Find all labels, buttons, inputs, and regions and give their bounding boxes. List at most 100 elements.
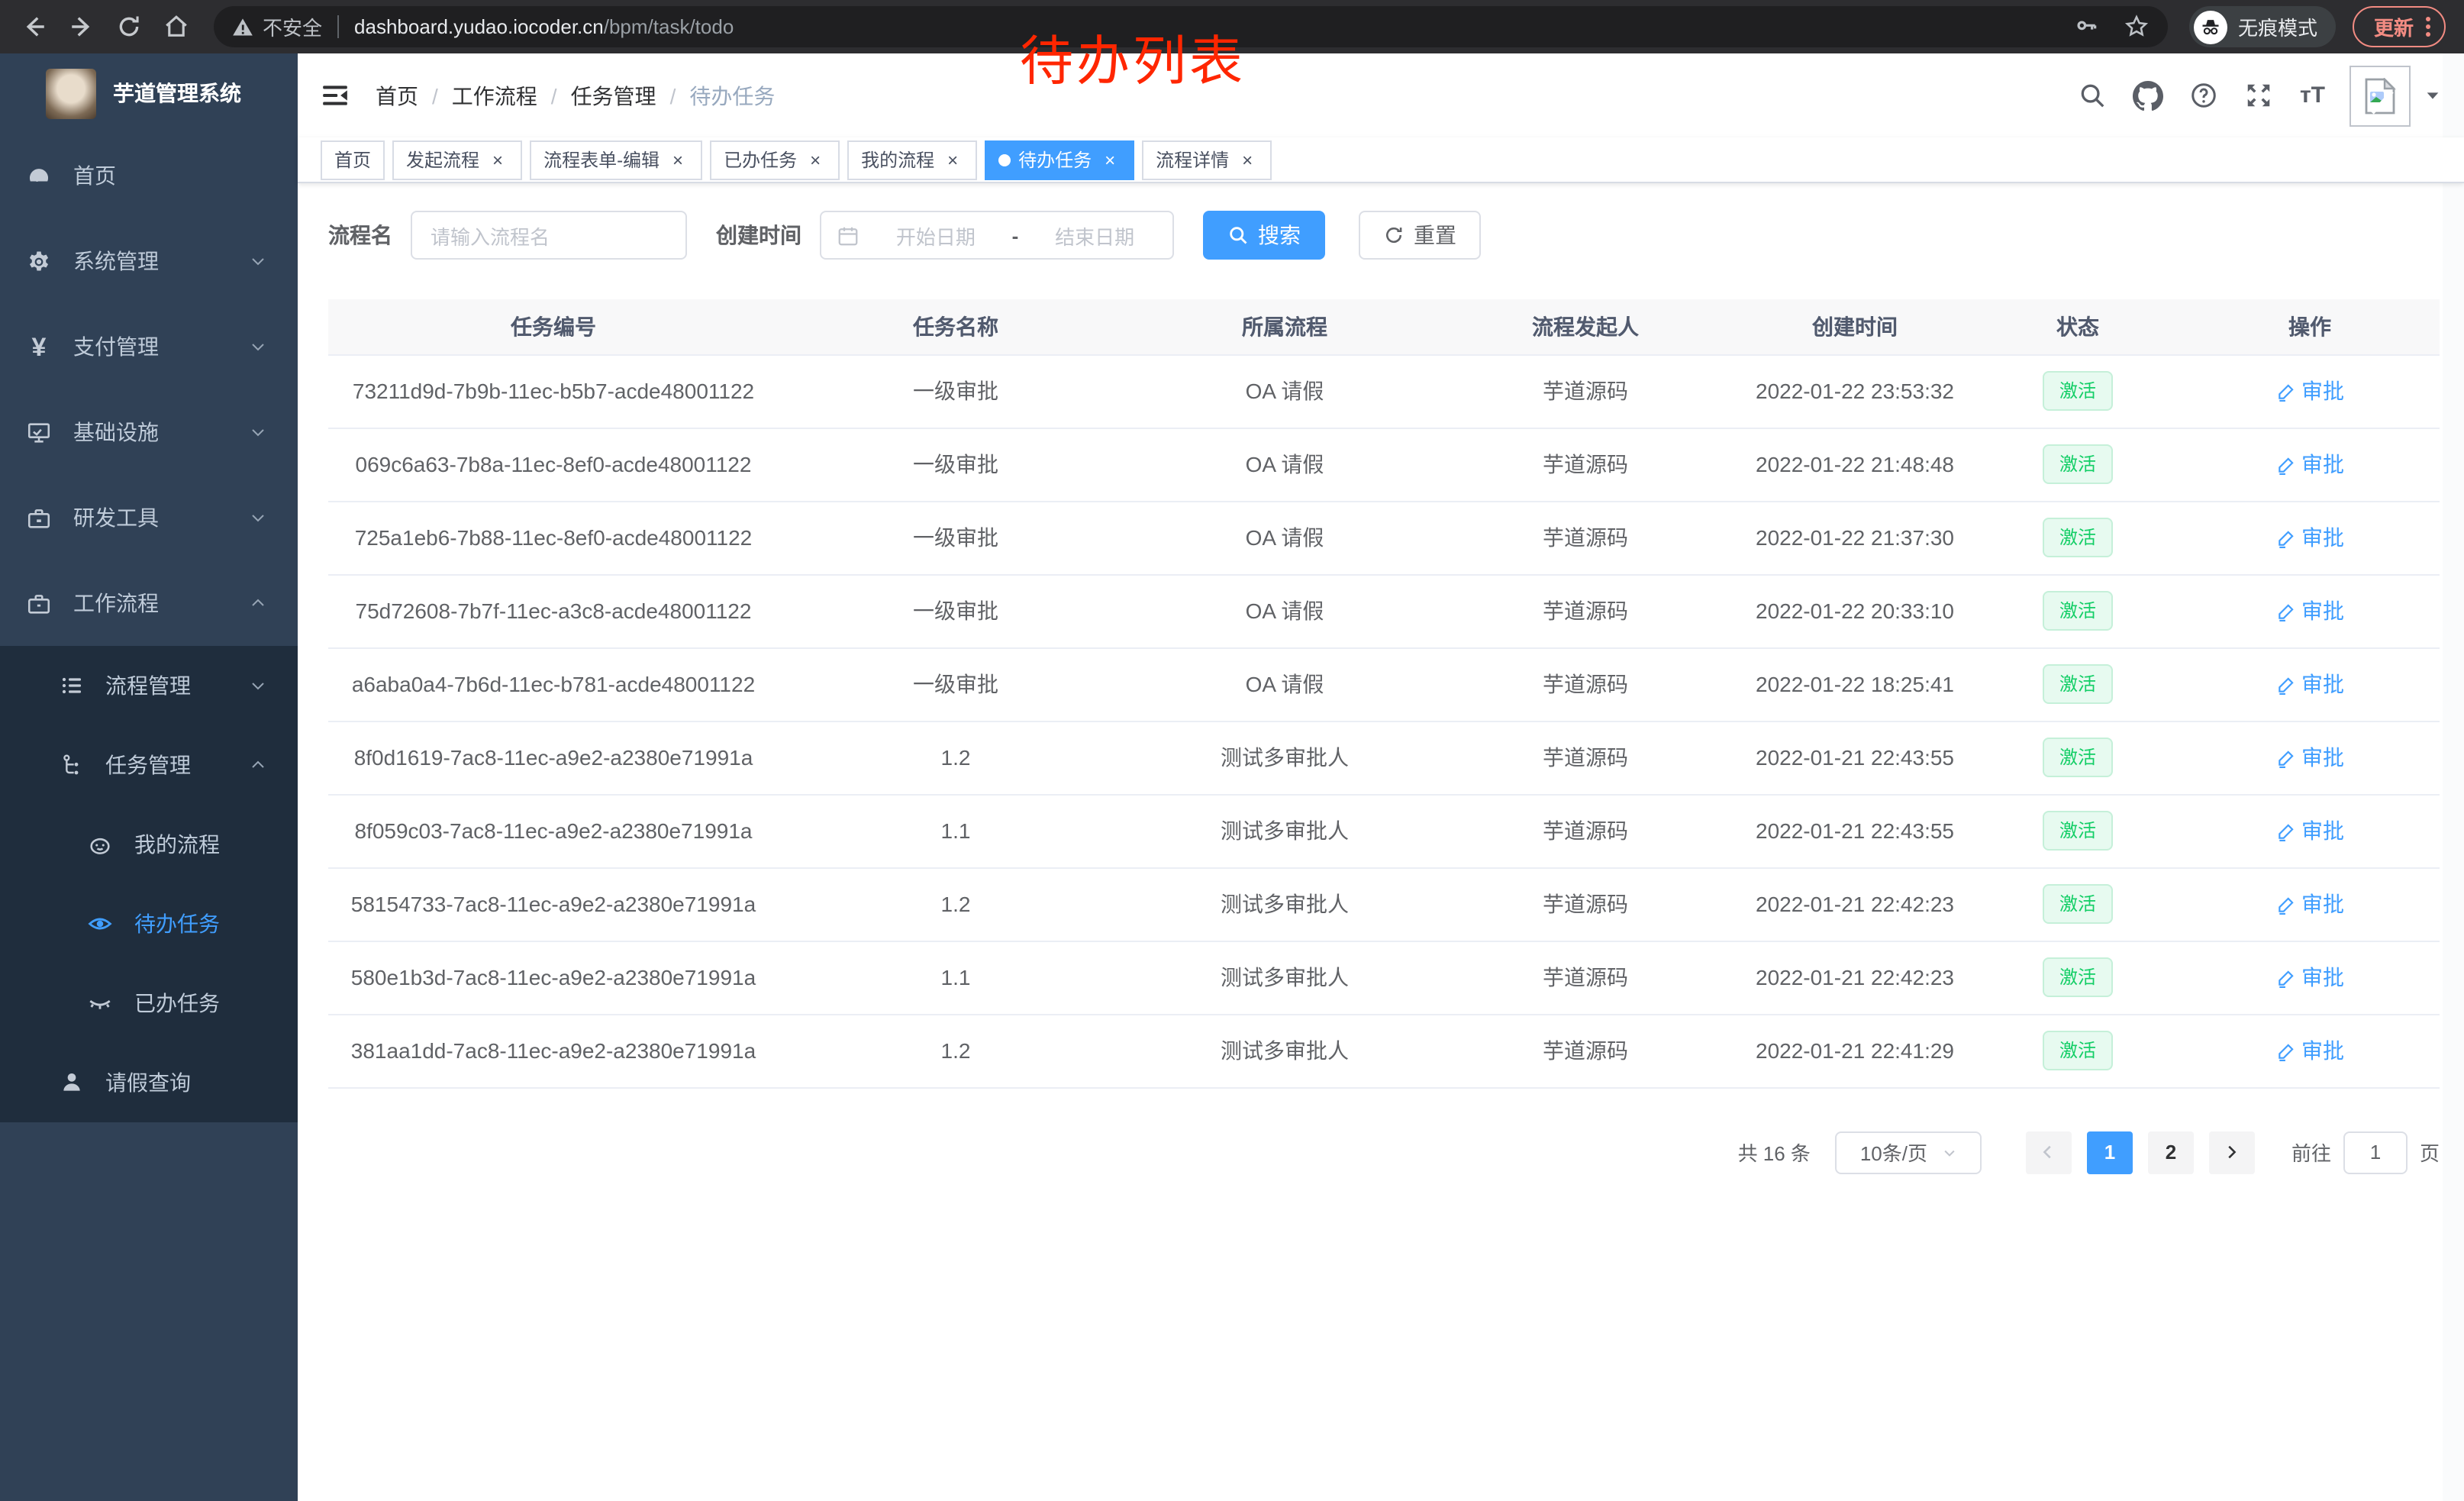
sidebar-item-devtools[interactable]: 研发工具 [0,475,298,560]
tab-todo-tasks[interactable]: 待办任务× [985,140,1134,179]
task-id-cell: 58154733-7ac8-11ec-a9e2-a2380e71991a [328,867,779,941]
avatar[interactable] [2350,65,2411,126]
tab-my-process[interactable]: 我的流程× [847,140,977,179]
sidebar-item-task-mgmt[interactable]: 任务管理 [0,725,298,805]
create-time-cell: 2022-01-22 21:37:30 [1734,501,1975,574]
search-icon[interactable] [2079,81,2108,110]
task-id-cell: 8f059c03-7ac8-11ec-a9e2-a2380e71991a [328,794,779,867]
approve-link[interactable]: 审批 [2275,522,2344,553]
create-time-cell: 2022-01-21 22:42:23 [1734,867,1975,941]
font-size-icon[interactable]: ᴛT [2300,82,2325,108]
close-icon[interactable]: × [667,149,689,170]
sidebar-item-done-tasks[interactable]: 已办任务 [0,964,298,1043]
reset-button[interactable]: 重置 [1359,211,1481,260]
calendar-icon [837,224,859,247]
status-badge: 激活 [2043,884,2113,924]
col-create-time: 创建时间 [1734,299,1975,354]
range-separator: - [1012,224,1019,247]
sidebar-item-todo-tasks[interactable]: 待办任务 [0,884,298,964]
goto-page-input[interactable]: 1 [2343,1131,2408,1173]
task-id-cell: 8f0d1619-7ac8-11ec-a9e2-a2380e71991a [328,721,779,794]
breadcrumb-home[interactable]: 首页 [376,80,418,111]
search-button[interactable]: 搜索 [1203,211,1325,260]
caret-down-icon[interactable] [2424,87,2441,104]
close-icon[interactable]: × [1099,149,1121,170]
breadcrumb-task-mgmt[interactable]: 任务管理 [571,80,656,111]
sidebar-item-label: 我的流程 [134,829,220,860]
breadcrumb-workflow[interactable]: 工作流程 [452,80,537,111]
approve-link[interactable]: 审批 [2275,376,2344,406]
task-id-cell: 069c6a63-7b8a-11ec-8ef0-acde48001122 [328,428,779,501]
tab-done-tasks[interactable]: 已办任务× [710,140,840,179]
sidebar-item-label: 工作流程 [73,588,159,618]
task-name-cell: 一级审批 [779,574,1133,647]
end-date-placeholder: 结束日期 [1032,221,1157,250]
sidebar-item-payment[interactable]: ¥ 支付管理 [0,304,298,389]
approve-link[interactable]: 审批 [2275,669,2344,699]
edit-pencil-icon [2275,967,2295,987]
sidebar-collapse-icon[interactable] [321,81,350,110]
app-logo-row[interactable]: 芋道管理系统 [0,53,298,133]
table-row: 069c6a63-7b8a-11ec-8ef0-acde48001122 一级审… [328,428,2440,501]
sidebar-item-my-process[interactable]: 我的流程 [0,805,298,884]
browser-menu-icon[interactable] [2426,17,2430,37]
page-button-1[interactable]: 1 [2087,1131,2133,1173]
sidebar-item-leave-query[interactable]: 请假查询 [0,1043,298,1122]
tab-start-process[interactable]: 发起流程× [392,140,522,179]
approve-link[interactable]: 审批 [2275,1035,2344,1066]
sidebar-item-system[interactable]: 系统管理 [0,218,298,304]
page-button-2[interactable]: 2 [2148,1131,2194,1173]
sidebar-item-process-mgmt[interactable]: 流程管理 [0,646,298,725]
tab-form-edit[interactable]: 流程表单-编辑× [530,140,702,179]
home-icon[interactable] [157,8,194,45]
sidebar-item-infra[interactable]: 基础设施 [0,389,298,475]
next-page-button[interactable] [2209,1131,2255,1173]
window-scrollbar[interactable] [2443,53,2464,1501]
page-size-select[interactable]: 10条/页 [1835,1131,1982,1173]
status-badge: 激活 [2043,738,2113,777]
tab-process-detail[interactable]: 流程详情× [1142,140,1272,179]
security-warning[interactable]: 不安全 [232,12,322,41]
sidebar-item-workflow[interactable]: 工作流程 [0,560,298,646]
close-icon[interactable]: × [942,149,963,170]
forward-icon[interactable] [63,8,99,45]
tab-home[interactable]: 首页 [321,140,385,179]
approve-link[interactable]: 审批 [2275,742,2344,773]
create-time-cell: 2022-01-21 22:43:55 [1734,721,1975,794]
back-icon[interactable] [15,8,52,45]
process-name-input[interactable]: 请输入流程名 [411,211,687,260]
starter-cell: 芋道源码 [1437,428,1734,501]
url-bar[interactable]: 不安全 dashboard.yudao.iocoder.cn/bpm/task/… [214,6,2168,47]
status-badge: 激活 [2043,811,2113,851]
help-icon[interactable] [2190,81,2219,110]
edit-pencil-icon [2275,821,2295,841]
bookmark-star-icon[interactable] [2124,14,2150,40]
github-icon[interactable] [2133,80,2164,111]
status-badge: 激活 [2043,371,2113,411]
approve-link[interactable]: 审批 [2275,815,2344,846]
prev-page-button[interactable] [2026,1131,2072,1173]
approve-link[interactable]: 审批 [2275,962,2344,993]
approve-link[interactable]: 审批 [2275,596,2344,626]
update-button[interactable]: 更新 [2353,6,2446,47]
status-cell: 激活 [1975,354,2180,428]
fullscreen-icon[interactable] [2245,81,2274,110]
reload-icon[interactable] [110,8,147,45]
key-icon[interactable] [2075,15,2099,39]
date-range-input[interactable]: 开始日期 - 结束日期 [820,211,1174,260]
approve-link[interactable]: 审批 [2275,889,2344,919]
task-name-cell: 一级审批 [779,428,1133,501]
task-id-cell: 381aa1dd-7ac8-11ec-a9e2-a2380e71991a [328,1014,779,1087]
close-icon[interactable]: × [487,149,508,170]
broken-image-icon [2363,77,2397,114]
table-row: a6aba0a4-7b6d-11ec-b781-acde48001122 一级审… [328,647,2440,721]
close-icon[interactable]: × [805,149,826,170]
omnibox-divider [337,15,339,38]
col-task-id: 任务编号 [328,299,779,354]
task-id-cell: a6aba0a4-7b6d-11ec-b781-acde48001122 [328,647,779,721]
warning-icon [232,16,253,37]
approve-link[interactable]: 审批 [2275,449,2344,479]
sidebar-item-home[interactable]: 首页 [0,133,298,218]
status-cell: 激活 [1975,794,2180,867]
close-icon[interactable]: × [1237,149,1258,170]
